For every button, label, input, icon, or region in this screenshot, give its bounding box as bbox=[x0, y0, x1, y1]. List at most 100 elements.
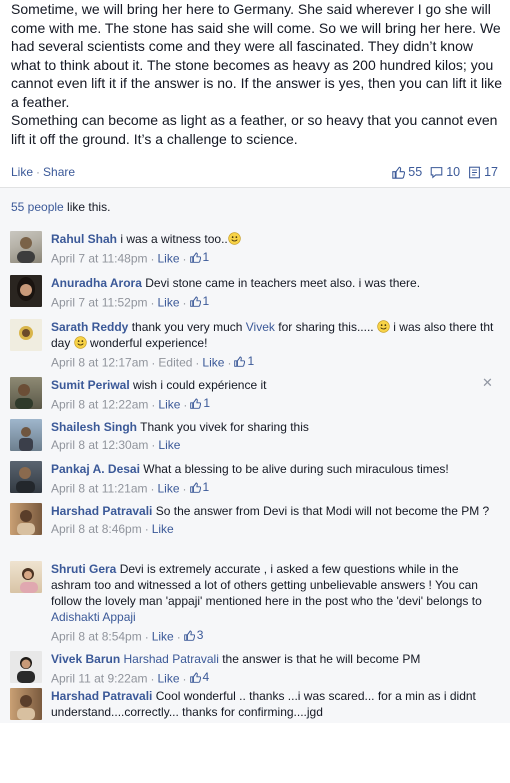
comment-like-count[interactable]: 1 bbox=[234, 353, 254, 369]
comment-like-link[interactable]: Like bbox=[158, 482, 180, 496]
comment-meta: April 8 at 8:46pm · Like bbox=[51, 522, 174, 536]
avatar[interactable] bbox=[10, 419, 42, 451]
comment-mention[interactable]: Adishakti Appaji bbox=[51, 610, 136, 624]
comment-like-count[interactable]: 1 bbox=[189, 249, 210, 265]
thumbs-up-icon bbox=[189, 252, 201, 263]
share-link[interactable]: Share bbox=[43, 165, 75, 179]
share-page-icon bbox=[469, 166, 480, 178]
comment-time[interactable]: April 8 at 11:21am bbox=[51, 482, 148, 496]
comment-meta: April 7 at 11:52pm · Like · 1 bbox=[51, 293, 210, 310]
avatar[interactable] bbox=[10, 461, 42, 493]
comment-like-link[interactable]: Like bbox=[158, 296, 180, 310]
comment-time[interactable]: April 8 at 8:54pm bbox=[51, 630, 142, 644]
thumbs-up-icon bbox=[392, 166, 406, 179]
thumbs-up-icon bbox=[189, 672, 201, 683]
likes-stat[interactable]: 55 bbox=[392, 160, 422, 184]
comment-like-count[interactable]: 1 bbox=[190, 395, 210, 411]
comment-text: thank you very much bbox=[131, 320, 246, 334]
avatar-image bbox=[19, 326, 33, 340]
comment-time[interactable]: April 7 at 11:48pm bbox=[51, 252, 148, 266]
comment-meta: April 8 at 12:30am · Like bbox=[51, 438, 181, 452]
comment-time[interactable]: April 7 at 11:52pm bbox=[51, 296, 148, 310]
smile-emoji-icon bbox=[377, 320, 390, 333]
like-count-value: 1 bbox=[202, 250, 210, 264]
comment-text: So the answer from Devi is that Modi wil… bbox=[155, 504, 490, 518]
comment-like-count[interactable]: 1 bbox=[189, 479, 210, 495]
shares-stat[interactable]: 17 bbox=[468, 160, 498, 184]
avatar-image bbox=[15, 384, 33, 409]
comment-text: wonderful experience! bbox=[86, 336, 208, 350]
comment-author[interactable]: Rahul Shah bbox=[51, 232, 117, 246]
comment-mention[interactable]: Harshad Patravali bbox=[124, 652, 219, 666]
comment-like-count[interactable]: 4 bbox=[189, 669, 210, 685]
comment-text: Thank you vivek for sharing this bbox=[140, 420, 309, 434]
post-stats: 55 10 17 bbox=[392, 160, 498, 184]
avatar-image bbox=[20, 568, 38, 593]
comment-mention[interactable]: Vivek bbox=[246, 320, 275, 334]
avatar[interactable] bbox=[10, 319, 42, 351]
comment-author[interactable]: Harshad Patravali bbox=[51, 504, 152, 518]
avatar[interactable] bbox=[10, 561, 42, 593]
avatar[interactable] bbox=[10, 503, 42, 535]
comment-like-link[interactable]: Like bbox=[158, 398, 180, 412]
avatar[interactable] bbox=[10, 688, 42, 720]
avatar-image bbox=[19, 427, 33, 451]
comment-author[interactable]: Anuradha Arora bbox=[51, 276, 142, 290]
comment-time[interactable]: April 11 at 9:22am bbox=[51, 672, 148, 686]
like-link[interactable]: Like bbox=[11, 165, 33, 179]
comment-body: Harshad Patravali So the answer from Dev… bbox=[51, 503, 499, 537]
thumbs-up-icon bbox=[234, 356, 246, 367]
comment-meta: April 8 at 11:21am · Like · 1 bbox=[51, 479, 210, 496]
comment-like-count[interactable]: 3 bbox=[183, 627, 203, 643]
comment-author[interactable]: Harshad Patravali bbox=[51, 689, 152, 703]
comment-like-link[interactable]: Like bbox=[152, 630, 174, 644]
comments-stat[interactable]: 10 bbox=[430, 160, 460, 184]
comment-like-link[interactable]: Like bbox=[158, 252, 180, 266]
comment-time[interactable]: April 8 at 12:30am bbox=[51, 438, 148, 452]
comments-count: 10 bbox=[446, 165, 461, 179]
post-actions-bar: Like · Share 55 10 17 bbox=[0, 160, 510, 184]
avatar-image bbox=[17, 657, 35, 683]
avatar-image bbox=[17, 510, 35, 535]
comment-author[interactable]: Sumit Periwal bbox=[51, 378, 130, 392]
comment-like-link[interactable]: Like bbox=[152, 522, 174, 536]
comment-text: wish i could expérience it bbox=[133, 378, 267, 392]
smile-emoji-icon bbox=[73, 336, 87, 349]
close-icon[interactable]: ✕ bbox=[482, 376, 494, 389]
comment-time[interactable]: April 8 at 12:17am bbox=[51, 356, 148, 370]
comment-time[interactable]: April 8 at 12:22am bbox=[51, 398, 148, 412]
comment-author[interactable]: Pankaj A. Desai bbox=[51, 462, 140, 476]
comment-meta: April 8 at 12:22am · Like · 1 bbox=[51, 395, 211, 412]
like-count-value: 4 bbox=[202, 670, 210, 684]
comment-author[interactable]: Sarath Reddy bbox=[51, 320, 128, 334]
comment-body: Pankaj A. Desai What a blessing to be al… bbox=[51, 461, 499, 497]
comment-author[interactable]: Shailesh Singh bbox=[51, 420, 137, 434]
comment-author[interactable]: Vivek Barun bbox=[51, 652, 120, 666]
comment-text: Devi is extremely accurate , i asked a f… bbox=[51, 562, 482, 608]
comment-author[interactable]: Shruti Gera bbox=[51, 562, 116, 576]
comment-like-link[interactable]: Like bbox=[158, 672, 180, 686]
comment-text: the answer is that he will become PM bbox=[218, 652, 421, 666]
post-text: Sometime, we will bring her here to Germ… bbox=[11, 0, 503, 148]
comment-meta: April 7 at 11:48pm · Like · 1 bbox=[51, 249, 210, 266]
avatar[interactable] bbox=[10, 651, 42, 683]
comment-edited[interactable]: Edited bbox=[158, 356, 192, 370]
avatar[interactable] bbox=[10, 377, 42, 409]
comment-body: Shailesh Singh Thank you vivek for shari… bbox=[51, 419, 499, 453]
comment-like-link[interactable]: Like bbox=[158, 438, 180, 452]
like-count-value: 1 bbox=[202, 480, 210, 494]
comment-like-link[interactable]: Like bbox=[202, 356, 224, 370]
comment-time[interactable]: April 8 at 8:46pm bbox=[51, 522, 142, 536]
post-paragraph-1: Sometime, we will bring her here to Germ… bbox=[11, 1, 503, 110]
like-count-value: 1 bbox=[247, 354, 255, 368]
like-count-value: 1 bbox=[202, 294, 210, 308]
avatar[interactable] bbox=[10, 275, 42, 307]
comment-meta: April 11 at 9:22am · Like · 4 bbox=[51, 669, 210, 686]
comment-body: Rahul Shah i was a witness too.. April 7… bbox=[51, 231, 499, 267]
comment-like-count[interactable]: 1 bbox=[189, 293, 210, 309]
avatar[interactable] bbox=[10, 231, 42, 263]
likers-link[interactable]: 55 people bbox=[11, 200, 64, 214]
shares-count: 17 bbox=[484, 165, 498, 179]
like-count-value: 1 bbox=[203, 396, 211, 410]
comment-bubble-icon bbox=[430, 166, 443, 179]
